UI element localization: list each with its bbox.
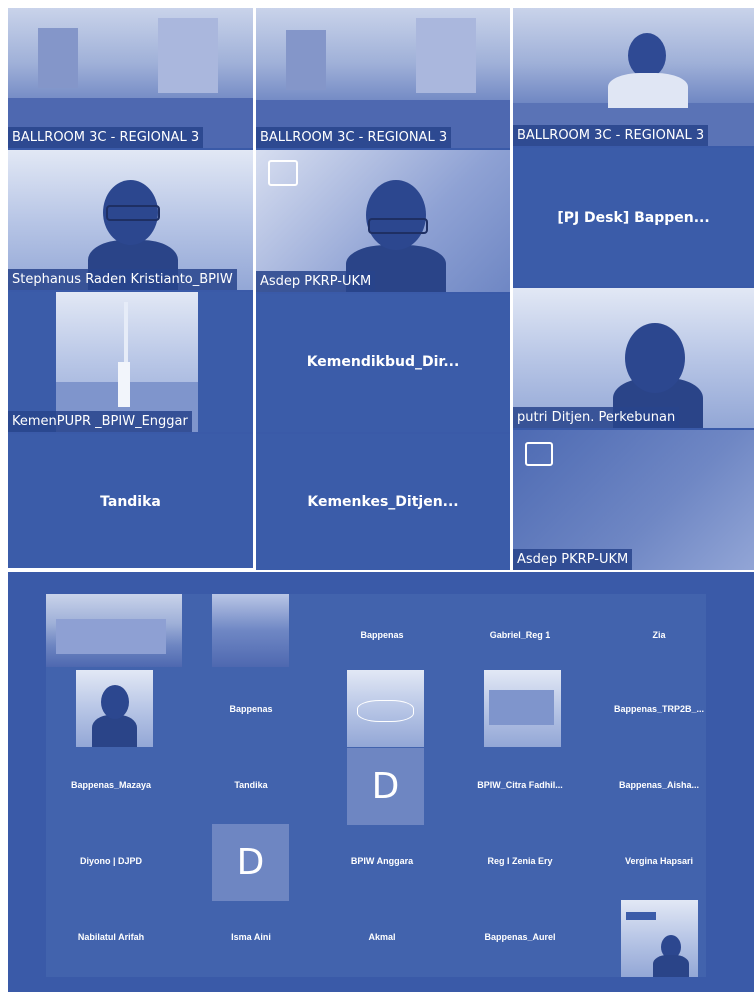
thumb-map[interactable] — [347, 670, 424, 747]
gallery-name-r2-2[interactable]: Bappenas_TRP2B_... — [594, 704, 724, 714]
ballroom-label-2: BALLROOM 3C - REGIONAL 3 — [256, 127, 452, 148]
gallery-name-r5-1[interactable]: Nabilatul Arifah — [46, 932, 176, 942]
avatar-d-2-letter: D — [236, 842, 265, 883]
gallery-name-r3-4[interactable]: Bappenas_Aisha... — [594, 780, 724, 790]
video-tile-stephanus[interactable]: Stephanus Raden Kristianto_BPIW — [8, 150, 253, 290]
pjdesk-name: [PJ Desk] Bappen... — [557, 210, 710, 226]
video-tile-kemendikbud[interactable]: Kemendikbud_Dir... — [256, 294, 510, 432]
gallery-name-r4-2[interactable]: BPIW Anggara — [317, 856, 447, 866]
thumb-woman[interactable] — [76, 670, 153, 747]
thumb-group[interactable] — [484, 670, 561, 747]
thumb-presenter[interactable] — [621, 900, 698, 977]
kemenkop-logo-2 — [525, 442, 553, 466]
gallery-name-r4-4[interactable]: Vergina Hapsari — [594, 856, 724, 866]
putri-label: putri Ditjen. Perkebunan — [513, 407, 680, 428]
gallery-name-r1-1[interactable]: Bappenas — [317, 630, 447, 640]
video-tile-pjdesk[interactable]: [PJ Desk] Bappen... — [513, 148, 754, 286]
gallery-name-r4-1[interactable]: Diyono | DJPD — [46, 856, 176, 866]
thumb-room-1[interactable] — [46, 594, 182, 667]
video-tile-kemenkes[interactable]: Kemenkes_Ditjen... — [256, 434, 510, 570]
video-tile-enggar[interactable]: KemenPUPR _BPIW_Enggar — [8, 292, 253, 432]
gallery-name-r5-3[interactable]: Akmal — [317, 932, 447, 942]
gallery-name-r1-3[interactable]: Zia — [594, 630, 724, 640]
tandika-name: Tandika — [100, 494, 161, 510]
video-tile-ballroom-2[interactable]: BALLROOM 3C - REGIONAL 3 — [256, 8, 510, 148]
ballroom-label-3: BALLROOM 3C - REGIONAL 3 — [513, 125, 709, 146]
gallery-name-r3-2[interactable]: Tandika — [186, 780, 316, 790]
gallery-name-r5-2[interactable]: Isma Aini — [186, 932, 316, 942]
asdep-label: Asdep PKRP-UKM — [256, 271, 376, 292]
gallery-name-r3-3[interactable]: BPIW_Citra Fadhil... — [455, 780, 585, 790]
thumb-aerial[interactable] — [212, 594, 289, 667]
gallery-name-r1-2[interactable]: Gabriel_Reg 1 — [455, 630, 585, 640]
kemenkes-name: Kemenkes_Ditjen... — [307, 494, 459, 510]
video-tile-ballroom[interactable]: BALLROOM 3C - REGIONAL 3 — [8, 8, 253, 148]
enggar-label: KemenPUPR _BPIW_Enggar — [8, 411, 192, 432]
avatar-d-1-letter: D — [371, 766, 400, 807]
avatar-d-2[interactable]: D — [212, 824, 289, 901]
video-tile-asdep[interactable]: Asdep PKRP-UKM — [256, 150, 510, 292]
stephanus-label: Stephanus Raden Kristianto_BPIW — [8, 269, 237, 290]
video-tile-putri[interactable]: putri Ditjen. Perkebunan — [513, 288, 754, 428]
kemenkop-logo — [268, 160, 298, 186]
video-panel-middle: BALLROOM 3C - REGIONAL 3 Asdep PKRP-UKM … — [256, 8, 510, 570]
video-panel-left: BALLROOM 3C - REGIONAL 3 Stephanus Raden… — [8, 8, 253, 568]
gallery-grid: Bappenas Gabriel_Reg 1 Zia Bappenas Bapp… — [46, 594, 706, 977]
gallery-panel: Bappenas Gabriel_Reg 1 Zia Bappenas Bapp… — [8, 572, 754, 992]
gallery-name-r4-3[interactable]: Reg I Zenia Ery — [455, 856, 585, 866]
kemendikbud-name: Kemendikbud_Dir... — [306, 354, 460, 370]
avatar-d-1[interactable]: D — [347, 748, 424, 825]
video-tile-asdep-2[interactable]: Asdep PKRP-UKM — [513, 430, 754, 570]
asdep-label-2: Asdep PKRP-UKM — [513, 549, 633, 570]
ballroom-label: BALLROOM 3C - REGIONAL 3 — [8, 127, 204, 148]
video-tile-tandika[interactable]: Tandika — [8, 434, 253, 568]
video-panel-right: BALLROOM 3C - REGIONAL 3 [PJ Desk] Bappe… — [513, 8, 754, 570]
gallery-name-r2-1[interactable]: Bappenas — [186, 704, 316, 714]
gallery-name-r5-4[interactable]: Bappenas_Aurel — [455, 932, 585, 942]
video-tile-ballroom-3[interactable]: BALLROOM 3C - REGIONAL 3 — [513, 8, 754, 146]
gallery-name-r3-1[interactable]: Bappenas_Mazaya — [46, 780, 176, 790]
